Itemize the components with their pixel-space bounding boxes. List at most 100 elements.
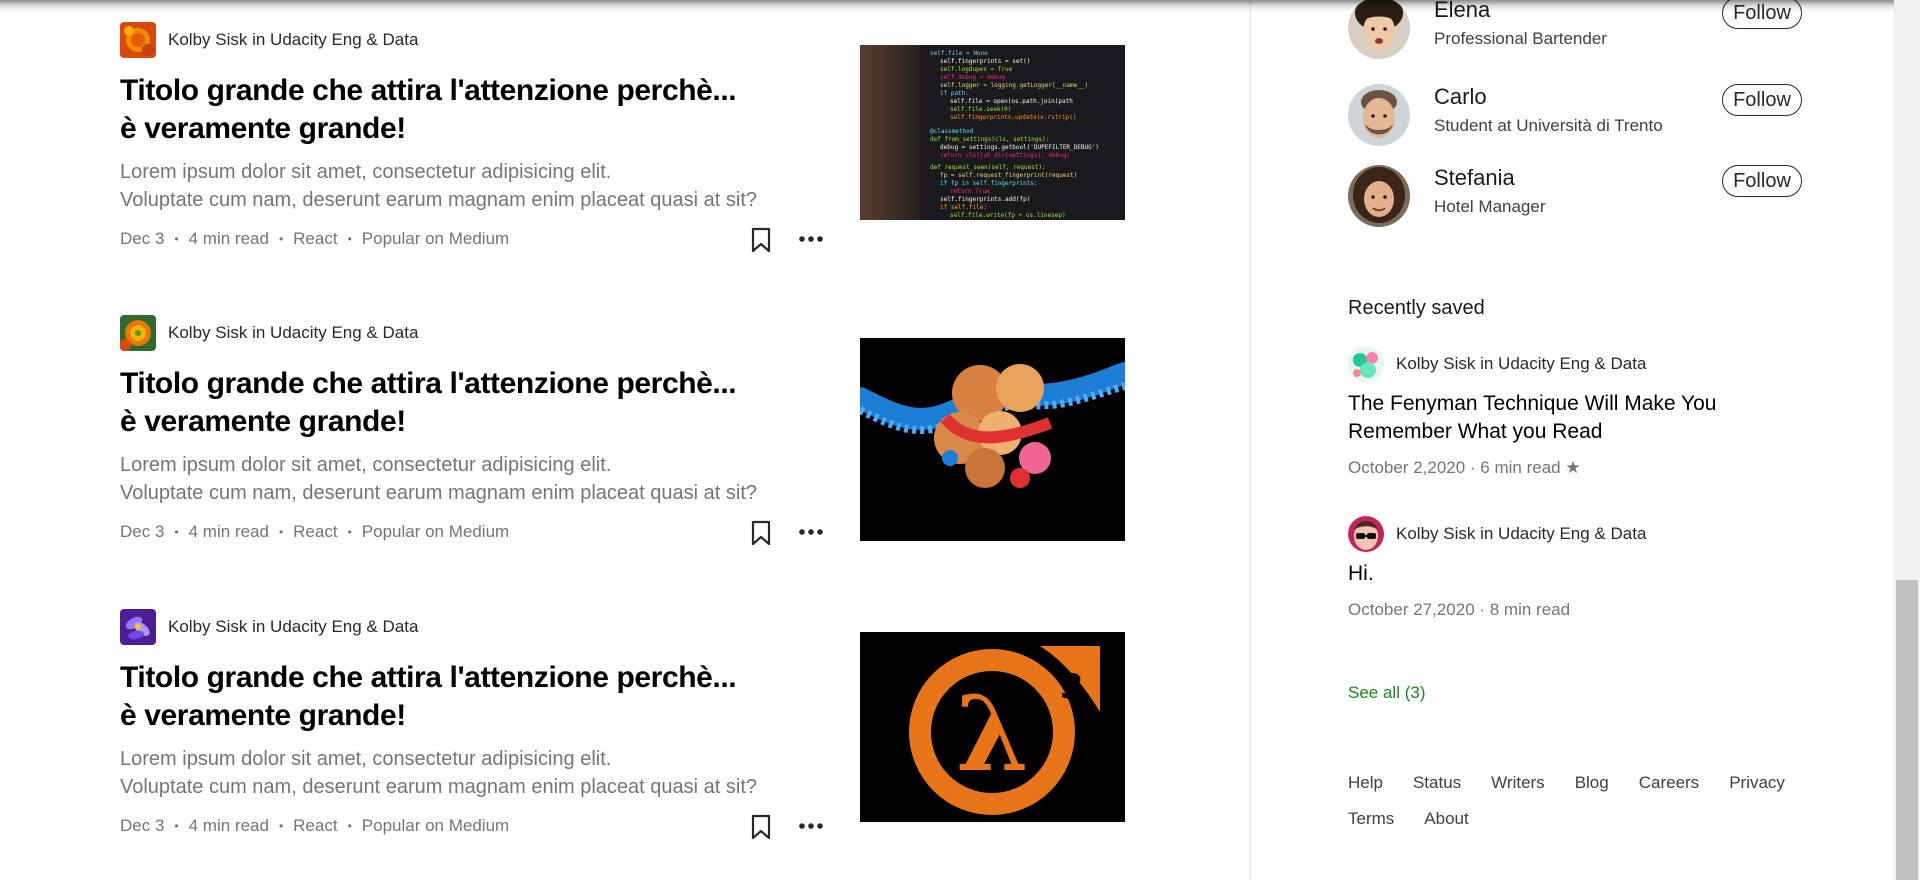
user-bio: Student at Università di Trento [1434, 116, 1663, 135]
bookmark-icon[interactable] [750, 814, 772, 840]
article-meta: Dec 3 • 4 min read • React • Popular on … [120, 522, 509, 542]
article-meta: Dec 3 • 4 min read • React • Popular on … [120, 229, 509, 249]
footer-link-careers[interactable]: Careers [1639, 772, 1699, 794]
svg-text:self.logger = logging.getLogge: self.logger = logging.getLogger(__name__… [940, 82, 1088, 89]
follow-button[interactable]: Follow [1722, 84, 1802, 116]
bookmark-icon[interactable] [750, 227, 772, 253]
more-icon[interactable] [798, 815, 824, 837]
article-card[interactable]: Kolby Sisk in Udacity Eng & Data Titolo … [120, 22, 1125, 262]
article-title[interactable]: Titolo grande che attira l'attenzione pe… [120, 72, 760, 148]
article-date: Dec 3 [120, 229, 165, 248]
article-tag[interactable]: React [293, 522, 337, 542]
article-meta: Dec 3 • 4 min read • React • Popular on … [120, 816, 509, 836]
bookmark-icon[interactable] [750, 520, 772, 546]
saved-author-avatar [1348, 516, 1384, 552]
article-popular: Popular on Medium [361, 229, 510, 248]
footer-link-blog[interactable]: Blog [1575, 772, 1609, 794]
svg-text:return cls(job_dir(settings),: return cls(job_dir(settings), debug) [940, 152, 1070, 159]
svg-text:@classmethod: @classmethod [930, 128, 974, 135]
user-avatar [1348, 84, 1410, 146]
author-name[interactable]: Kolby Sisk in Udacity Eng & Data [168, 617, 418, 637]
svg-text:self.file.seek(0): self.file.seek(0) [950, 106, 1011, 113]
saved-author-row[interactable]: Kolby Sisk in Udacity Eng & Data [1348, 516, 1646, 552]
svg-text:if self.file:: if self.file: [940, 204, 987, 211]
article-thumbnail[interactable] [860, 338, 1125, 541]
article-thumbnail[interactable]: self.file = None self.fingerprints = set… [860, 45, 1125, 220]
svg-text:self.fingerprints.update(x.rst: self.fingerprints.update(x.rstrip() [950, 114, 1076, 121]
svg-text:3: 3 [1060, 667, 1084, 707]
more-icon[interactable] [798, 228, 824, 250]
recently-saved-heading: Recently saved [1348, 297, 1485, 319]
half-life-3-logo-icon[interactable]: 3 λ [860, 632, 1125, 822]
page-scrollbar[interactable] [1894, 0, 1920, 880]
article-title[interactable]: Titolo grande che attira l'attenzione pe… [120, 365, 760, 441]
author-row[interactable]: Kolby Sisk in Udacity Eng & Data [120, 22, 418, 58]
author-avatar [120, 22, 156, 58]
author-row[interactable]: Kolby Sisk in Udacity Eng & Data [120, 315, 418, 351]
svg-text:self.debug = debug: self.debug = debug [940, 74, 1005, 81]
footer-link-status[interactable]: Status [1413, 772, 1461, 794]
author-name[interactable]: Kolby Sisk in Udacity Eng & Data [168, 323, 418, 343]
user-avatar [1348, 165, 1410, 227]
scrollbar-thumb[interactable] [1896, 580, 1918, 880]
article-title[interactable]: Titolo grande che attira l'attenzione pe… [120, 659, 760, 735]
meta-separator: • [174, 819, 179, 833]
article-card[interactable]: Kolby Sisk in Udacity Eng & Data Titolo … [120, 315, 1125, 555]
saved-title[interactable]: The Fenyman Technique Will Make You Reme… [1348, 390, 1768, 446]
follow-suggestion[interactable]: Carlo Student at Università di Trento Fo… [1348, 84, 1802, 154]
meta-separator: • [278, 525, 284, 539]
article-card[interactable]: Kolby Sisk in Udacity Eng & Data Titolo … [120, 609, 1125, 849]
saved-author-row[interactable]: Kolby Sisk in Udacity Eng & Data [1348, 346, 1646, 382]
follow-suggestion[interactable]: Stefania Hotel Manager Follow [1348, 165, 1802, 235]
author-avatar [120, 609, 156, 645]
svg-text:if fp in self.fingerprints:: if fp in self.fingerprints: [940, 180, 1038, 187]
article-excerpt[interactable]: Lorem ipsum dolor sit amet, consectetur … [120, 745, 840, 801]
author-name[interactable]: Kolby Sisk in Udacity Eng & Data [168, 30, 418, 50]
footer-link-help[interactable]: Help [1348, 772, 1383, 794]
article-read-time: 4 min read [188, 522, 269, 541]
svg-text:fp = self.request_fingerprint(: fp = self.request_fingerprint(request) [940, 172, 1077, 179]
article-tag[interactable]: React [293, 229, 337, 249]
see-all-link[interactable]: See all (3) [1348, 683, 1425, 703]
article-excerpt[interactable]: Lorem ipsum dolor sit amet, consectetur … [120, 158, 840, 214]
footer-link-terms[interactable]: Terms [1348, 808, 1394, 830]
svg-text:def from_settings(cls, setting: def from_settings(cls, settings): [930, 136, 1049, 143]
user-name[interactable]: Stefania [1434, 165, 1515, 191]
svg-text:self.file = None: self.file = None [930, 50, 988, 57]
footer-link-privacy[interactable]: Privacy [1729, 772, 1785, 794]
meta-separator: • [347, 819, 352, 833]
meta-separator: • [174, 525, 179, 539]
saved-title[interactable]: Hi. [1348, 560, 1768, 588]
top-scroll-shadow [0, 0, 1894, 12]
meta-separator: • [347, 525, 352, 539]
article-popular: Popular on Medium [361, 816, 510, 835]
saved-author-name[interactable]: Kolby Sisk in Udacity Eng & Data [1396, 354, 1646, 374]
saved-author-avatar [1348, 346, 1384, 382]
svg-text:debug = settings.getbool('DUPE: debug = settings.getbool('DUPEFILTER_DEB… [940, 144, 1099, 151]
svg-text:if path:: if path: [940, 90, 969, 97]
user-name[interactable]: Carlo [1434, 84, 1487, 110]
saved-author-name[interactable]: Kolby Sisk in Udacity Eng & Data [1396, 524, 1646, 544]
author-row[interactable]: Kolby Sisk in Udacity Eng & Data [120, 609, 418, 645]
saved-meta: October 27,2020 · 8 min read [1348, 600, 1571, 619]
article-read-time: 4 min read [188, 229, 269, 248]
svg-text:return True: return True [950, 188, 990, 195]
footer-links: Help Status Writers Blog Careers Privacy… [1348, 772, 1818, 844]
column-divider [1250, 0, 1251, 880]
article-excerpt[interactable]: Lorem ipsum dolor sit amet, consectetur … [120, 451, 840, 507]
svg-text:self.fingerprints.add(fp): self.fingerprints.add(fp) [940, 196, 1030, 203]
svg-text:def request_seen(self, request: def request_seen(self, request): [930, 164, 1046, 171]
article-date: Dec 3 [120, 522, 165, 541]
article-date: Dec 3 [120, 816, 165, 835]
meta-separator: • [278, 819, 284, 833]
more-icon[interactable] [798, 521, 824, 543]
meta-separator: • [347, 232, 352, 246]
svg-text:self.fingerprints = set(): self.fingerprints = set() [940, 58, 1030, 65]
meta-separator: • [174, 232, 179, 246]
article-tag[interactable]: React [293, 816, 337, 836]
footer-link-writers[interactable]: Writers [1491, 772, 1545, 794]
svg-text:λ: λ [956, 672, 1029, 795]
follow-button[interactable]: Follow [1722, 165, 1802, 197]
saved-meta: October 2,2020 · 6 min read ★ [1348, 458, 1581, 477]
footer-link-about[interactable]: About [1424, 808, 1468, 830]
